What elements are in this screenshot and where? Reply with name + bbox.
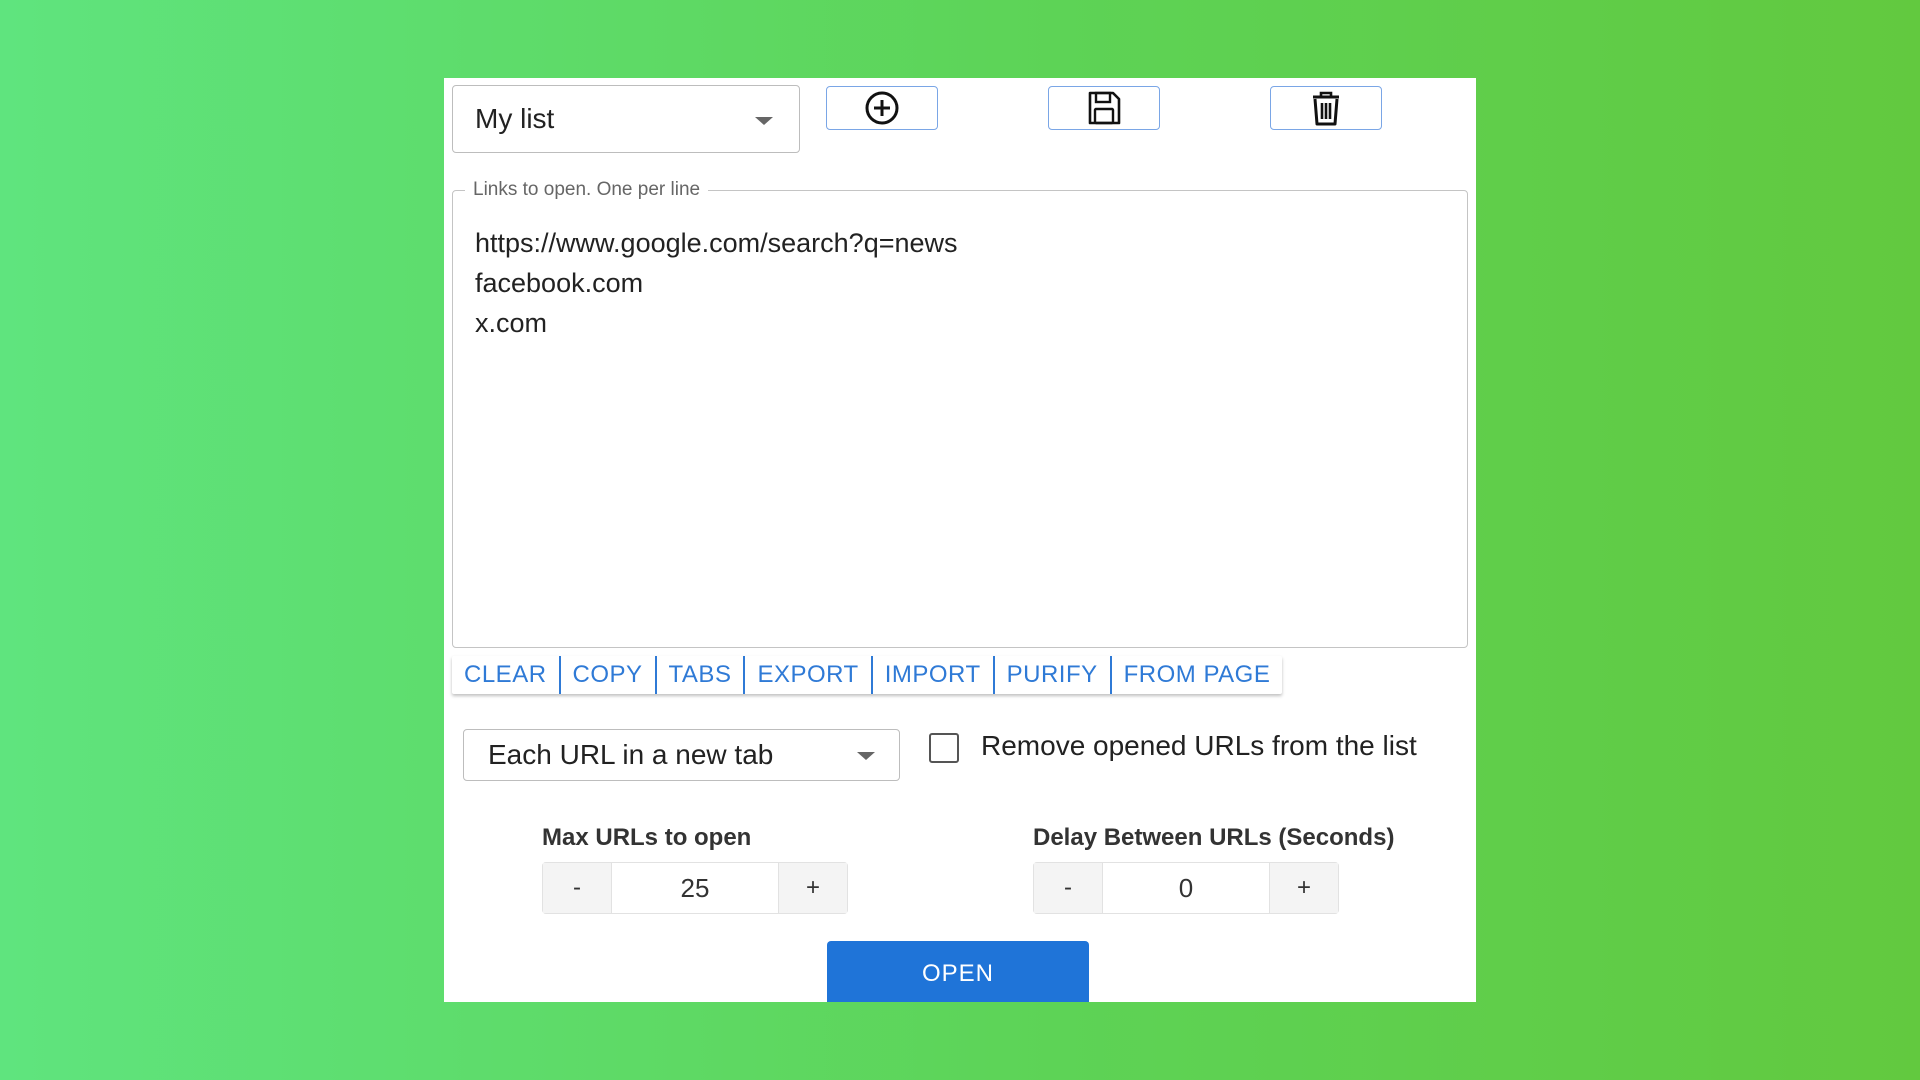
- add-list-button[interactable]: [826, 86, 938, 130]
- remove-opened-checkbox[interactable]: [929, 733, 959, 763]
- delay-input[interactable]: 0: [1103, 863, 1269, 913]
- max-urls-decrement-button[interactable]: -: [543, 863, 612, 913]
- delay-increment-button[interactable]: +: [1269, 863, 1338, 913]
- max-urls-title: Max URLs to open: [542, 824, 752, 851]
- export-button[interactable]: EXPORT: [745, 656, 873, 694]
- clear-button[interactable]: CLEAR: [452, 656, 561, 694]
- links-legend: Links to open. One per line: [465, 179, 709, 201]
- plus-circle-icon: [865, 91, 899, 125]
- import-button[interactable]: IMPORT: [873, 656, 995, 694]
- save-list-button[interactable]: [1048, 86, 1160, 130]
- chevron-down-icon: [755, 117, 773, 125]
- open-mode-select[interactable]: Each URL in a new tab: [463, 729, 900, 781]
- open-button[interactable]: OPEN: [827, 941, 1089, 1002]
- links-fieldset: Links to open. One per line: [452, 179, 1468, 648]
- list-selector[interactable]: My list: [452, 85, 800, 153]
- extension-panel: My list Links to open. One per line http…: [444, 78, 1476, 1002]
- list-selector-value: My list: [475, 103, 555, 134]
- delay-decrement-button[interactable]: -: [1034, 863, 1103, 913]
- max-urls-increment-button[interactable]: +: [778, 863, 847, 913]
- delay-title: Delay Between URLs (Seconds): [1033, 824, 1395, 851]
- delay-stepper: - 0 +: [1033, 862, 1339, 914]
- actions-button-group: CLEAR COPY TABS EXPORT IMPORT PURIFY FRO…: [452, 656, 1283, 694]
- remove-opened-label[interactable]: Remove opened URLs from the list: [981, 730, 1417, 762]
- purify-button[interactable]: PURIFY: [995, 656, 1112, 694]
- chevron-down-icon: [857, 752, 875, 760]
- links-textarea[interactable]: [475, 223, 1435, 623]
- copy-button[interactable]: COPY: [561, 656, 657, 694]
- max-urls-stepper: - 25 +: [542, 862, 848, 914]
- from-page-button[interactable]: FROM PAGE: [1112, 656, 1283, 694]
- tabs-button[interactable]: TABS: [657, 656, 746, 694]
- open-mode-value: Each URL in a new tab: [488, 739, 774, 770]
- floppy-disk-icon: [1088, 91, 1121, 125]
- trash-icon: [1313, 91, 1339, 126]
- max-urls-input[interactable]: 25: [612, 863, 778, 913]
- delete-list-button[interactable]: [1270, 86, 1382, 130]
